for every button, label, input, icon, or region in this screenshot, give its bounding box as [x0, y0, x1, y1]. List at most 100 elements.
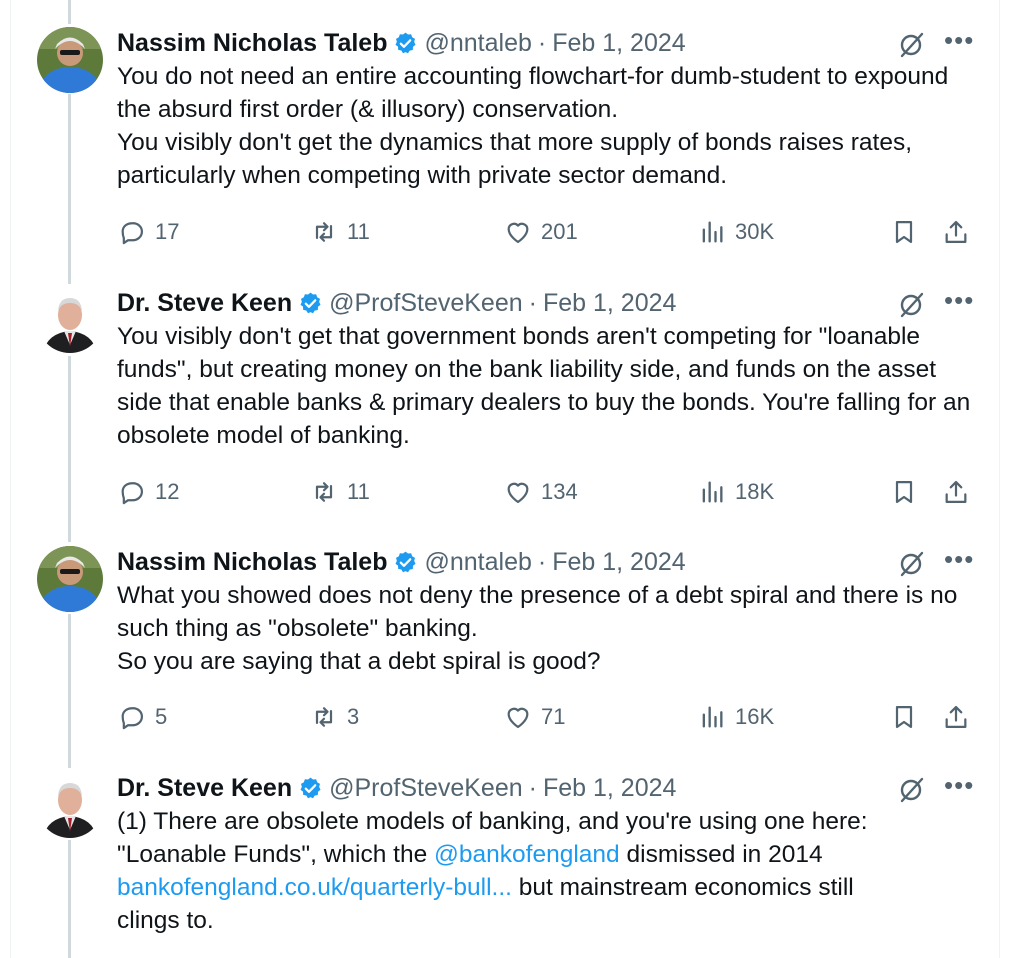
reply-icon [117, 217, 147, 247]
author-name[interactable]: Nassim Nicholas Taleb [117, 29, 387, 58]
like-icon [503, 217, 533, 247]
like-count: 134 [541, 479, 578, 504]
like-icon [503, 477, 533, 507]
tweet[interactable]: Nassim Nicholas Taleb @nntaleb · Feb 1, … [0, 27, 1000, 257]
author-handle[interactable]: @ProfSteveKeen [329, 774, 523, 803]
repost-icon [309, 217, 339, 247]
views-count: 18K [735, 479, 775, 504]
like-count: 201 [541, 219, 578, 244]
more-icon[interactable]: ••• [944, 772, 974, 802]
tweet-text: You visibly don't get that government bo… [117, 320, 979, 452]
tweet-text-line: (1) There are obsolete models of banking… [117, 805, 917, 937]
verified-badge-icon [298, 291, 323, 316]
author-handle[interactable]: @ProfSteveKeen [329, 289, 523, 318]
bookmark-icon [889, 477, 919, 507]
author-name[interactable]: Dr. Steve Keen [117, 774, 292, 803]
grok-icon[interactable] [898, 290, 926, 318]
repost-icon [309, 477, 339, 507]
views-count: 30K [735, 219, 775, 244]
reply-icon [117, 702, 147, 732]
bookmark-button[interactable] [889, 702, 919, 732]
tweet-text-line: You visibly don't get that government bo… [117, 323, 971, 449]
like-count: 71 [541, 704, 566, 729]
share-button[interactable] [941, 217, 971, 247]
tweet-text-line: So you are saying that a debt spiral is … [117, 648, 601, 675]
author-name[interactable]: Dr. Steve Keen [117, 289, 292, 318]
views-button[interactable]: 30K [697, 217, 774, 247]
separator-dot: · [528, 288, 537, 317]
tweet-header: Nassim Nicholas Taleb @nntaleb · Feb 1, … [117, 546, 686, 578]
reply-count: 12 [155, 479, 180, 504]
url-link[interactable]: bankofengland.co.uk/quarterly-bull... [117, 874, 512, 901]
tweet-actions: 5 3 71 16K [117, 702, 977, 732]
reply-icon [117, 477, 147, 507]
views-icon [697, 477, 727, 507]
tweet-text: What you showed does not deny the presen… [117, 579, 977, 678]
views-button[interactable]: 16K [697, 702, 774, 732]
tweet-date[interactable]: Feb 1, 2024 [552, 29, 685, 58]
tweet-header: Nassim Nicholas Taleb @nntaleb · Feb 1, … [117, 27, 686, 59]
grok-icon[interactable] [898, 775, 926, 803]
like-button[interactable]: 201 [503, 217, 578, 247]
bookmark-button[interactable] [889, 217, 919, 247]
thread-connector [68, 0, 71, 24]
separator-dot: · [537, 547, 547, 576]
tweet-date[interactable]: Feb 1, 2024 [552, 548, 685, 577]
repost-button[interactable]: 11 [309, 217, 370, 247]
separator-dot: · [537, 28, 547, 57]
author-name[interactable]: Nassim Nicholas Taleb [117, 548, 387, 577]
repost-button[interactable]: 11 [309, 477, 370, 507]
repost-count: 11 [347, 219, 370, 244]
avatar-profstevekeen[interactable] [37, 287, 103, 353]
like-button[interactable]: 71 [503, 702, 565, 732]
tweet[interactable]: Dr. Steve Keen @ProfSteveKeen · Feb 1, 2… [0, 772, 1000, 958]
share-button[interactable] [941, 702, 971, 732]
share-icon [941, 217, 971, 247]
avatar-profstevekeen[interactable] [37, 772, 103, 838]
author-handle[interactable]: @nntaleb [424, 29, 531, 58]
reply-button[interactable]: 5 [117, 702, 167, 732]
tweet-text-line: You do not need an entire accounting flo… [117, 63, 949, 123]
views-count: 16K [735, 704, 775, 729]
reply-button[interactable]: 12 [117, 477, 179, 507]
like-button[interactable]: 134 [503, 477, 578, 507]
share-icon [941, 702, 971, 732]
author-handle[interactable]: @nntaleb [424, 548, 531, 577]
tweet-date[interactable]: Feb 1, 2024 [543, 774, 676, 803]
share-icon [941, 477, 971, 507]
tweet-text-line: You visibly don't get the dynamics that … [117, 129, 913, 189]
more-icon[interactable]: ••• [944, 287, 974, 317]
tweet-text: (1) There are obsolete models of banking… [117, 805, 917, 937]
tweet-actions: 17 11 201 30K [117, 217, 977, 247]
tweet-text-line: What you showed does not deny the presen… [117, 582, 958, 642]
repost-count: 3 [347, 704, 360, 729]
tweet-actions: 12 11 134 18K [117, 477, 977, 507]
share-button[interactable] [941, 477, 971, 507]
avatar-nntaleb[interactable] [37, 546, 103, 612]
avatar-nntaleb[interactable] [37, 27, 103, 93]
more-icon[interactable]: ••• [944, 27, 974, 57]
repost-icon [309, 702, 339, 732]
reply-count: 17 [155, 219, 180, 244]
views-button[interactable]: 18K [697, 477, 774, 507]
bookmark-icon [889, 217, 919, 247]
grok-icon[interactable] [898, 30, 926, 58]
bookmark-button[interactable] [889, 477, 919, 507]
verified-badge-icon [393, 31, 418, 56]
tweet-text: You do not need an entire accounting flo… [117, 60, 977, 192]
tweet[interactable]: Dr. Steve Keen @ProfSteveKeen · Feb 1, 2… [0, 287, 1000, 517]
reply-count: 5 [155, 704, 168, 729]
mention-link[interactable]: @bankofengland [434, 841, 620, 868]
grok-icon[interactable] [898, 549, 926, 577]
views-icon [697, 702, 727, 732]
like-icon [503, 702, 533, 732]
tweet-text-segment: dismissed in 2014 [619, 841, 823, 868]
more-icon[interactable]: ••• [944, 546, 974, 576]
tweet[interactable]: Nassim Nicholas Taleb @nntaleb · Feb 1, … [0, 546, 1000, 746]
repost-count: 11 [347, 479, 370, 504]
views-icon [697, 217, 727, 247]
tweet-date[interactable]: Feb 1, 2024 [543, 289, 676, 318]
repost-button[interactable]: 3 [309, 702, 359, 732]
reply-button[interactable]: 17 [117, 217, 179, 247]
bookmark-icon [889, 702, 919, 732]
